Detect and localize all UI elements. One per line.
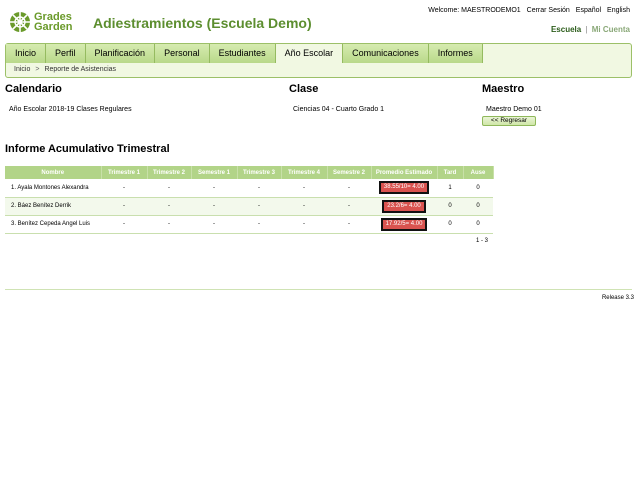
account-switcher: Escuela | Mi Cuenta — [551, 25, 630, 34]
cell-trimestre-3: - — [237, 197, 281, 216]
nav-tabs: Inicio Perfil Planificación Personal Est… — [6, 44, 483, 63]
grade-badge: 17.92/5= 4.00 — [380, 217, 428, 231]
column-header-semestre-1[interactable]: Semestre 1 — [191, 166, 238, 179]
column-header-tard[interactable]: Tard — [437, 166, 464, 179]
cell-semestre-2: - — [327, 197, 371, 216]
cell-ause: 0 — [463, 197, 493, 216]
main-navigation: Inicio Perfil Planificación Personal Est… — [5, 43, 632, 78]
maestro-heading: Maestro — [482, 83, 525, 95]
account-separator: | — [585, 25, 588, 34]
cell-promedio: 23.2/6= 4.00 — [371, 197, 437, 216]
student-name: 2. Báez Benítez Derrik — [5, 197, 101, 216]
student-name: 3. Benítez Cepeda Angel Luis — [5, 215, 101, 234]
tab-inicio[interactable]: Inicio — [6, 44, 47, 63]
table-row: 1. Ayala Montones Alexandra - - - - - - … — [5, 179, 493, 198]
table-header-row: Nombre Trimestre 1 Trimestre 2 Semestre … — [5, 166, 494, 179]
tab-informes[interactable]: Informes — [428, 44, 483, 63]
calendario-heading: Calendario — [5, 83, 62, 95]
clase-value: Ciencias 04 - Cuarto Grado 1 — [293, 106, 385, 113]
clase-heading: Clase — [289, 83, 319, 95]
cell-trimestre-3: - — [237, 179, 281, 198]
breadcrumb: Inicio > Reporte de Asistencias — [14, 66, 116, 73]
cell-semestre-2: - — [327, 215, 371, 234]
account-my-account-link[interactable]: Mi Cuenta — [592, 25, 630, 34]
cell-trimestre-2: - — [147, 179, 191, 198]
welcome-text: Welcome: MAESTRODEMO1 — [428, 7, 521, 14]
breadcrumb-current: Reporte de Asistencias — [44, 66, 117, 73]
maestro-value: Maestro Demo 01 — [486, 106, 542, 113]
language-spanish-link[interactable]: Español — [576, 7, 601, 14]
cell-tard: 0 — [437, 197, 463, 216]
grade-badge: 38.55/10= 4.00 — [378, 181, 430, 195]
student-name: 1. Ayala Montones Alexandra — [5, 179, 101, 198]
tab-estudiantes[interactable]: Estudiantes — [209, 44, 276, 63]
cell-ause: 0 — [463, 215, 493, 234]
calendario-value: Año Escolar 2018-19 Clases Regulares — [9, 106, 132, 113]
cell-promedio: 38.55/10= 4.00 — [371, 179, 437, 198]
tab-ano-escolar[interactable]: Año Escolar — [275, 44, 344, 63]
cell-trimestre-3: - — [237, 215, 281, 234]
column-header-promedio-estimado[interactable]: Promedio Estimado — [371, 166, 438, 179]
logout-link[interactable]: Cerrar Sesión — [527, 7, 570, 14]
tab-personal[interactable]: Personal — [155, 44, 210, 63]
cell-trimestre-1: - — [101, 197, 147, 216]
language-english-link[interactable]: English — [607, 7, 630, 14]
column-header-trimestre-1[interactable]: Trimestre 1 — [101, 166, 148, 179]
tab-planificacion[interactable]: Planificación — [85, 44, 156, 63]
column-header-ause[interactable]: Ause — [463, 166, 494, 179]
table-row: 2. Báez Benítez Derrik - - - - - - 23.2/… — [5, 197, 493, 216]
footer-divider — [5, 289, 632, 290]
logo-text-line2: Garden — [34, 21, 73, 33]
cell-ause: 0 — [463, 179, 493, 198]
release-version: Release 3.3 — [601, 295, 634, 301]
cell-semestre-2: - — [327, 179, 371, 198]
table-row: 3. Benítez Cepeda Angel Luis - - - - - -… — [5, 215, 493, 234]
column-header-semestre-2[interactable]: Semestre 2 — [327, 166, 372, 179]
cell-trimestre-4: - — [281, 179, 327, 198]
column-header-trimestre-4[interactable]: Trimestre 4 — [281, 166, 328, 179]
report-title: Informe Acumulativo Trimestral — [5, 143, 170, 155]
grade-badge: 23.2/6= 4.00 — [382, 199, 426, 213]
cell-trimestre-2: - — [147, 215, 191, 234]
cell-tard: 1 — [437, 179, 463, 198]
user-links: Welcome: MAESTRODEMO1 Cerrar Sesión Espa… — [424, 7, 630, 14]
cell-semestre-1: - — [191, 197, 237, 216]
pagination-info: 1 - 3 — [476, 238, 489, 244]
cell-trimestre-2: - — [147, 197, 191, 216]
cell-semestre-1: - — [191, 179, 237, 198]
page: Grades Garden Adiestramientos (Escuela D… — [0, 0, 640, 480]
cell-tard: 0 — [437, 215, 463, 234]
tab-comunicaciones[interactable]: Comunicaciones — [343, 44, 429, 63]
cell-trimestre-1: - — [101, 179, 147, 198]
column-header-trimestre-3[interactable]: Trimestre 3 — [237, 166, 282, 179]
cell-semestre-1: - — [191, 215, 237, 234]
tab-perfil[interactable]: Perfil — [46, 44, 86, 63]
account-school-link[interactable]: Escuela — [551, 25, 581, 34]
cell-promedio: 17.92/5= 4.00 — [371, 215, 437, 234]
cell-trimestre-1: - — [101, 215, 147, 234]
column-header-trimestre-2[interactable]: Trimestre 2 — [147, 166, 192, 179]
grades-garden-logo[interactable]: Grades Garden — [9, 11, 79, 33]
school-title: Adiestramientos (Escuela Demo) — [93, 15, 312, 31]
breadcrumb-home-link[interactable]: Inicio — [14, 66, 30, 73]
breadcrumb-separator: > — [35, 66, 40, 73]
back-button[interactable]: << Regresar — [482, 116, 536, 126]
cell-trimestre-4: - — [281, 197, 327, 216]
cell-trimestre-4: - — [281, 215, 327, 234]
globe-logo-icon — [9, 11, 31, 33]
column-header-nombre[interactable]: Nombre — [5, 166, 102, 179]
grades-table: Nombre Trimestre 1 Trimestre 2 Semestre … — [5, 166, 494, 234]
